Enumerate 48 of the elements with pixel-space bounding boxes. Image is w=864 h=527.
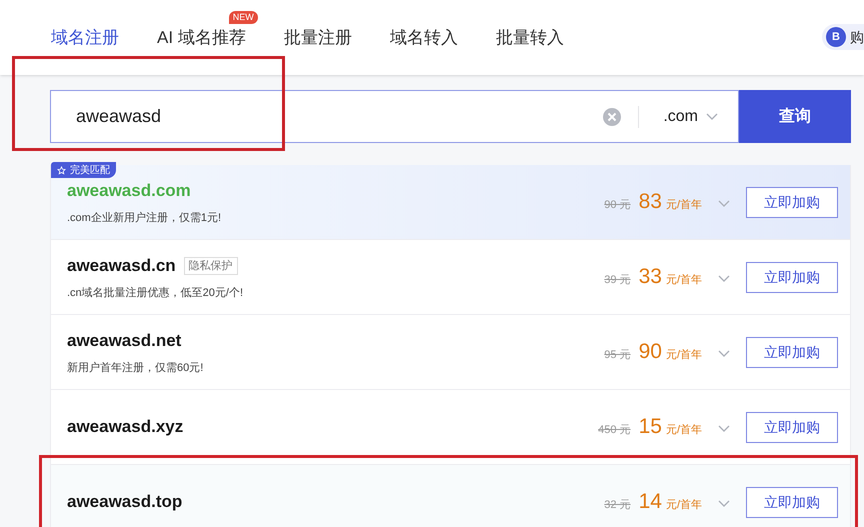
domain-name: aweawasd.com [67, 180, 191, 202]
chevron-down-icon[interactable] [718, 500, 730, 508]
nav-tab[interactable]: 域名注册 [51, 24, 119, 50]
tld-dropdown[interactable]: .com [655, 104, 726, 128]
price-unit: 元/首年 [666, 498, 702, 514]
original-price: 90 元 [604, 198, 631, 214]
nav-tab[interactable]: 批量注册 [284, 24, 352, 50]
price-unit: 元/首年 [666, 348, 702, 364]
original-price: 39 元 [604, 273, 631, 288]
original-price: 95 元 [604, 348, 631, 364]
promo-note: .com企业新用户注册，仅需1元! [67, 210, 222, 226]
chevron-down-icon[interactable] [706, 112, 718, 120]
price-unit: 元/首年 [666, 198, 702, 214]
promo-note: .cn域名批量注册优惠，低至20元/个! [67, 286, 244, 300]
original-price: 450 元 [598, 423, 631, 438]
new-badge: NEW [228, 10, 258, 24]
cart-label[interactable]: 购 [850, 26, 864, 48]
chevron-down-icon[interactable] [718, 425, 730, 434]
add-to-cart-button[interactable]: 立即加购 [746, 262, 838, 292]
nav-tab[interactable]: 域名转入 [390, 24, 458, 50]
domain-name: aweawasd.xyz [67, 416, 184, 438]
search-button[interactable]: 查询 [739, 90, 851, 143]
add-to-cart-button[interactable]: 立即加购 [746, 336, 838, 368]
add-to-cart-button[interactable]: 立即加购 [746, 486, 838, 518]
chevron-down-icon[interactable] [718, 200, 730, 208]
price: 33 [638, 264, 662, 290]
price: 15 [638, 414, 662, 440]
chevron-down-icon[interactable] [718, 350, 730, 358]
chevron-down-icon[interactable] [718, 275, 730, 284]
promo-note: 新用户首年注册，仅需60元! [67, 360, 204, 376]
add-to-cart-button[interactable]: 立即加购 [746, 412, 838, 442]
nav-tab[interactable]: AI 域名推荐 [157, 24, 246, 50]
domain-name: aweawasd.cn [67, 255, 176, 277]
price: 83 [638, 189, 662, 216]
match-badge: 完美匹配 [51, 162, 116, 178]
price-unit: 元/首年 [666, 423, 702, 438]
price: 14 [638, 489, 662, 516]
price-unit: 元/首年 [666, 273, 702, 288]
privacy-tag: 隐私保护 [184, 256, 238, 275]
add-to-cart-button[interactable]: 立即加购 [746, 186, 838, 218]
cart-badge-icon[interactable]: B [826, 27, 846, 47]
domain-name: aweawasd.top [67, 491, 182, 514]
price: 90 [638, 339, 662, 366]
original-price: 32 元 [604, 498, 631, 514]
nav-tab[interactable]: 批量转入 [496, 24, 564, 50]
clear-icon[interactable] [602, 106, 622, 126]
search-field[interactable]: aweawasd .com [50, 90, 739, 143]
domain-name: aweawasd.net [67, 330, 182, 352]
